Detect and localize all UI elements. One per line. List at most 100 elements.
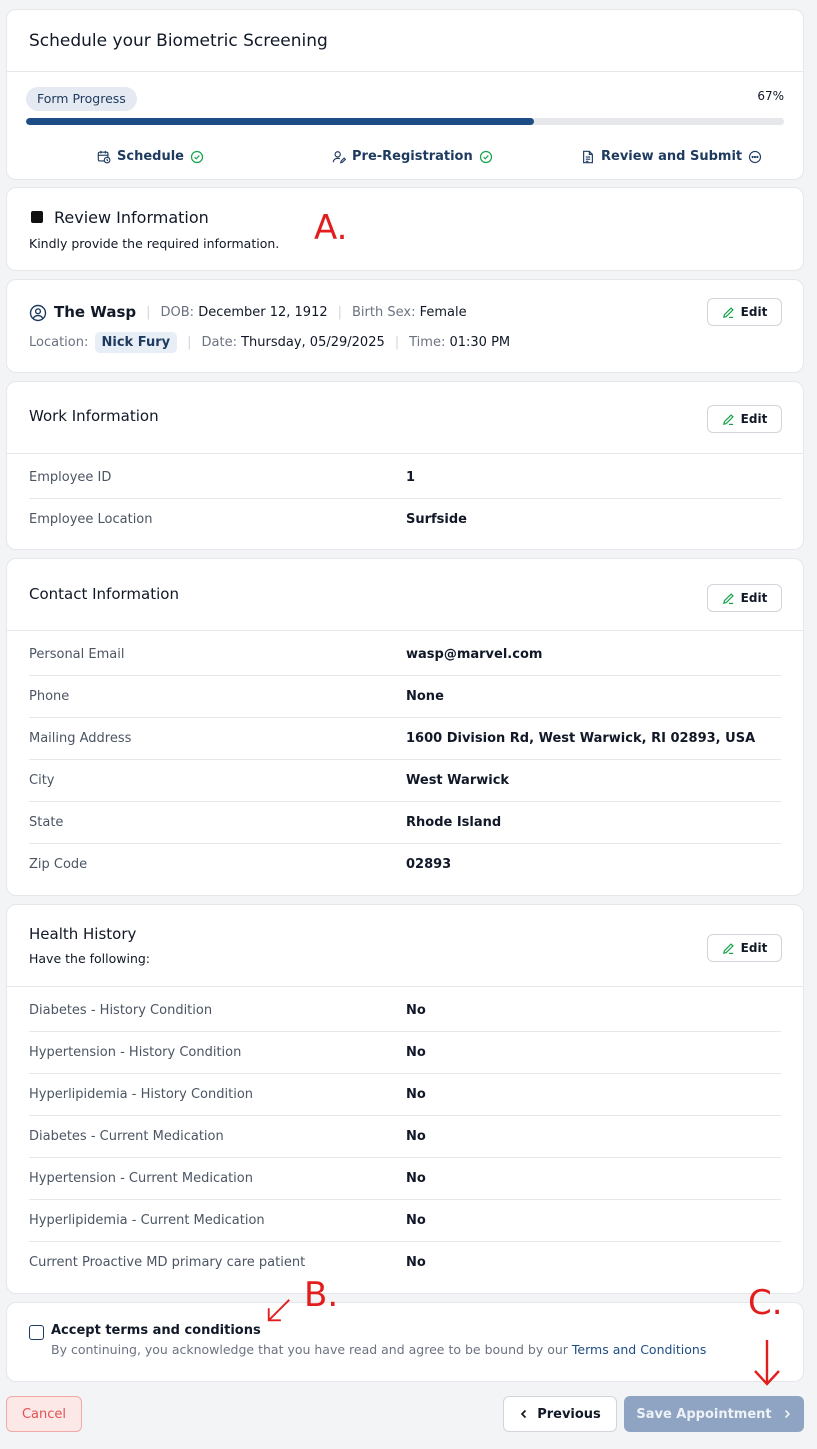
progress-bar <box>26 118 784 125</box>
patient-meta-line-2: Location: Nick Fury | Date: Thursday, 05… <box>29 332 510 353</box>
row-label: State <box>29 815 64 830</box>
birth-sex-value: Female <box>419 304 467 320</box>
contact-info-card: Contact Information Edit Personal Email … <box>6 558 804 896</box>
row-label: Employee ID <box>29 470 112 485</box>
dob-value: December 12, 1912 <box>198 304 328 320</box>
health-history-card: Health History Have the following: Edit … <box>6 904 804 1294</box>
patient-summary-card: The Wasp | DOB: December 12, 1912 | Birt… <box>6 279 804 373</box>
header-card: Schedule your Biometric Screening Form P… <box>6 9 804 180</box>
page-title: Schedule your Biometric Screening <box>29 31 328 51</box>
review-title: Review Information <box>54 208 209 227</box>
row-label: Diabetes - History Condition <box>29 1003 213 1018</box>
time-value: 01:30 PM <box>449 335 511 350</box>
progress-percent: 67% <box>757 89 784 103</box>
row-label: Hyperlipidemia - Current Medication <box>29 1213 265 1228</box>
location-label: Location: <box>29 335 89 350</box>
chevron-right-icon <box>784 1409 790 1419</box>
row-value: Surfside <box>406 512 468 527</box>
edit-label: Edit <box>740 941 768 955</box>
row-value: No <box>406 1213 426 1228</box>
work-info-card: Work Information Edit Employee ID 1 Empl… <box>6 381 804 550</box>
save-appointment-button[interactable]: Save Appointment <box>624 1396 804 1432</box>
pencil-icon <box>722 592 734 604</box>
edit-contact-button[interactable]: Edit <box>707 584 782 612</box>
contact-title: Contact Information <box>29 585 179 603</box>
health-title: Health History <box>29 925 137 943</box>
row-label: Zip Code <box>29 857 88 872</box>
pencil-icon <box>722 306 734 318</box>
step-pre-registration[interactable]: Pre-Registration <box>332 149 493 164</box>
health-subtitle: Have the following: <box>29 951 151 966</box>
step-label: Pre-Registration <box>352 149 473 164</box>
row-label: Hypertension - Current Medication <box>29 1171 253 1186</box>
annotation-arrow-c-icon <box>754 1340 780 1386</box>
date-label: Date: <box>201 335 237 350</box>
row-value: 02893 <box>406 857 452 872</box>
more-circle-icon <box>749 150 762 163</box>
row-value: None <box>406 689 444 704</box>
row-label: Personal Email <box>29 647 125 662</box>
user-circle-icon <box>29 304 47 322</box>
row-value: 1 <box>406 470 416 485</box>
dob-label: DOB: <box>160 304 195 320</box>
terms-checkbox[interactable] <box>29 1325 44 1340</box>
review-info-card: Review Information Kindly provide the re… <box>6 187 804 271</box>
pencil-icon <box>722 413 734 425</box>
row-value: 1600 Division Rd, West Warwick, RI 02893… <box>406 731 756 746</box>
time-label: Time: <box>409 335 446 350</box>
step-label: Schedule <box>117 149 184 164</box>
annotation-b: B. <box>304 1275 339 1315</box>
terms-card: Accept terms and conditions By continuin… <box>6 1302 804 1382</box>
row-label: Hyperlipidemia - History Condition <box>29 1087 254 1102</box>
patient-meta-line-1: The Wasp | DOB: December 12, 1912 | Birt… <box>54 303 467 321</box>
row-value: West Warwick <box>406 773 510 788</box>
step-schedule[interactable]: Schedule <box>97 149 204 164</box>
annotation-a: A. <box>314 208 348 248</box>
pencil-icon <box>722 942 734 954</box>
row-value: No <box>406 1087 426 1102</box>
annotation-c: C. <box>748 1283 783 1323</box>
edit-work-button[interactable]: Edit <box>707 405 782 433</box>
previous-label: Previous <box>537 1406 601 1422</box>
row-label: City <box>29 773 55 788</box>
birth-sex-label: Birth Sex: <box>352 304 416 320</box>
row-value: No <box>406 1045 426 1060</box>
square-icon <box>31 211 43 223</box>
save-label: Save Appointment <box>636 1406 772 1422</box>
edit-label: Edit <box>740 305 768 319</box>
terms-text-line: By continuing, you acknowledge that you … <box>51 1342 706 1357</box>
form-progress-badge: Form Progress <box>26 87 137 111</box>
edit-label: Edit <box>740 412 768 426</box>
check-circle-icon <box>190 150 204 163</box>
row-label: Hypertension - History Condition <box>29 1045 242 1060</box>
row-label: Mailing Address <box>29 731 132 746</box>
terms-label[interactable]: Accept terms and conditions <box>51 1323 261 1338</box>
check-circle-icon <box>479 150 492 163</box>
progress-fill <box>26 118 534 125</box>
row-label: Diabetes - Current Medication <box>29 1129 224 1144</box>
location-badge: Nick Fury <box>94 332 178 353</box>
terms-text: By continuing, you acknowledge that you … <box>51 1342 568 1357</box>
user-edit-icon <box>332 150 346 163</box>
terms-link[interactable]: Terms and Conditions <box>572 1342 706 1357</box>
row-value: No <box>406 1003 426 1018</box>
previous-button[interactable]: Previous <box>503 1396 617 1432</box>
row-value: wasp@marvel.com <box>406 647 543 662</box>
edit-patient-button[interactable]: Edit <box>707 298 782 326</box>
row-label: Current Proactive MD primary care patien… <box>29 1255 306 1270</box>
edit-health-button[interactable]: Edit <box>707 934 782 962</box>
row-value: Rhode Island <box>406 815 502 830</box>
date-value: Thursday, 05/29/2025 <box>241 335 385 350</box>
row-value: No <box>406 1171 426 1186</box>
chevron-left-icon <box>521 1409 527 1419</box>
cancel-button[interactable]: Cancel <box>6 1396 82 1432</box>
annotation-arrow-b-icon <box>267 1299 290 1322</box>
document-icon <box>583 150 593 163</box>
edit-label: Edit <box>740 591 768 605</box>
row-label: Employee Location <box>29 512 153 527</box>
work-title: Work Information <box>29 407 159 425</box>
step-review-and-submit[interactable]: Review and Submit <box>581 149 762 164</box>
step-label: Review and Submit <box>601 149 743 164</box>
row-value: No <box>406 1129 426 1144</box>
review-subtitle: Kindly provide the required information. <box>29 236 280 251</box>
